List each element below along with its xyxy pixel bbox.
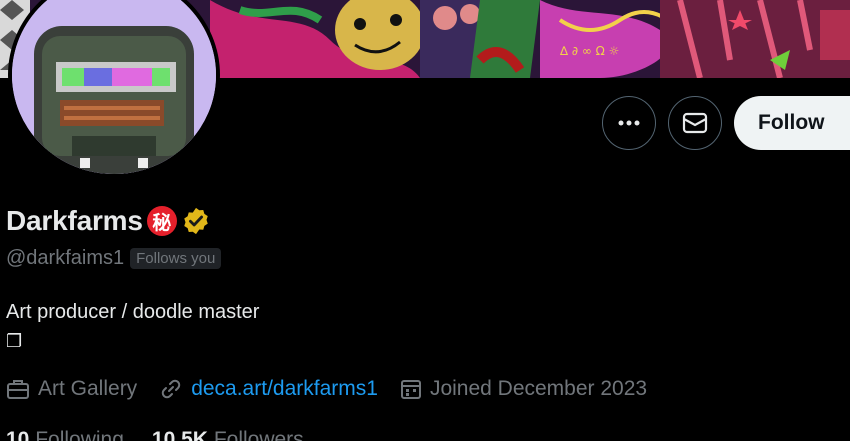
profile-actions: Follow xyxy=(602,96,850,150)
bio: Art producer / doodle master xyxy=(6,301,260,323)
follow-stats: 10 Following 10.5K Followers xyxy=(6,428,304,441)
followers-stat[interactable]: 10.5K Followers xyxy=(152,428,304,441)
followers-count: 10.5K xyxy=(151,428,208,441)
category-item: Art Gallery xyxy=(6,377,137,401)
name-row: Darkfarms 秘 xyxy=(6,205,211,237)
followers-label: Followers xyxy=(213,428,304,441)
avatar[interactable] xyxy=(8,0,220,178)
joined-date: Joined December 2023 xyxy=(429,377,648,400)
follows-you-badge: Follows you xyxy=(130,248,222,269)
website-item: deca.art/darkfarms1 xyxy=(159,377,378,401)
category-label: Art Gallery xyxy=(38,377,138,400)
briefcase-icon xyxy=(7,380,29,399)
handle-row: @darkfaims1 Follows you xyxy=(6,247,222,270)
more-options-button[interactable] xyxy=(602,96,656,150)
envelope-icon xyxy=(682,112,708,134)
message-button[interactable] xyxy=(668,96,722,150)
more-dots-icon xyxy=(618,120,640,126)
following-count: 10 xyxy=(6,428,30,441)
following-stat[interactable]: 10 Following xyxy=(6,428,124,441)
calendar-icon xyxy=(400,380,421,399)
link-icon xyxy=(161,379,181,399)
bio-glyph: ❐ xyxy=(6,331,23,351)
svg-text:∆ ∂ ∞ Ω ☼: ∆ ∂ ∞ Ω ☼ xyxy=(559,44,619,58)
verified-badge-icon[interactable] xyxy=(181,206,211,236)
display-name: Darkfarms xyxy=(6,205,143,236)
handle: @darkfaims1 xyxy=(6,247,125,269)
following-label: Following xyxy=(35,428,124,441)
profile-meta: Art Gallery deca.art/darkfarms1 Joined D… xyxy=(6,377,669,401)
follow-button[interactable]: Follow xyxy=(734,96,850,150)
website-link[interactable]: deca.art/darkfarms1 xyxy=(191,377,378,401)
secret-emoji: 秘 xyxy=(146,206,177,236)
joined-item: Joined December 2023 xyxy=(400,377,647,401)
